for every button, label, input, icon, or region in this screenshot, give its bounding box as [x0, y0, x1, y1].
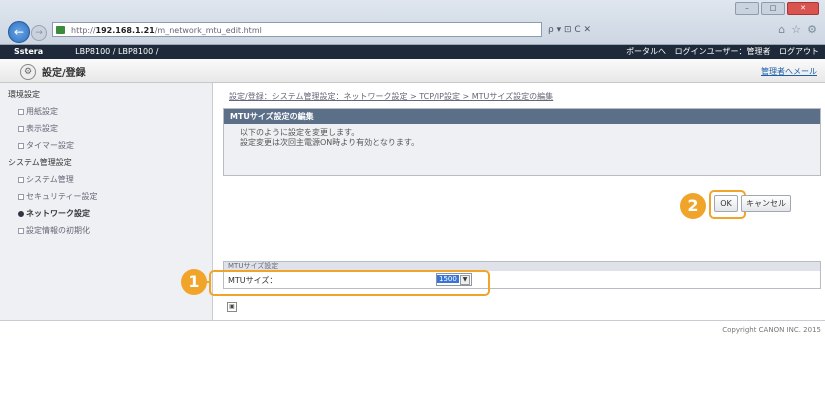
breadcrumb[interactable]: 設定/登録：システム管理設定：ネットワーク設定 > TCP/IP設定 > MTU… [229, 91, 553, 102]
mail-to-admin-link[interactable]: 管理者へメール [761, 66, 817, 77]
model-name: LBP8100 / LBP8100 / [75, 47, 159, 56]
edit-panel: MTUサイズ設定の編集 以下のように設定を変更します。 設定変更は次回主電源ON… [223, 108, 821, 176]
cancel-button[interactable]: キャンセル [741, 195, 791, 212]
sidebar-item-display[interactable]: 表示設定 [0, 120, 212, 137]
gear-icon[interactable]: ⚙ [807, 23, 817, 36]
app-header: Sstera LBP8100 / LBP8100 / ポータルへ ログインユーザー… [0, 45, 825, 59]
maximize-button[interactable]: □ [761, 2, 785, 15]
window-controls: – □ ✕ [735, 2, 819, 15]
panel-message: 以下のように設定を変更します。 設定変更は次回主電源ON時より有効となります。 [240, 128, 420, 147]
sidebar-item-timer[interactable]: タイマー設定 [0, 137, 212, 154]
home-icon[interactable]: ⌂ [778, 23, 785, 36]
brand-logo: Sstera [14, 47, 44, 56]
sidebar-item-paper[interactable]: 用紙設定 [0, 103, 212, 120]
login-user-label: ログインユーザー：管理者 [674, 47, 771, 56]
back-arrow-icon[interactable]: ← [8, 21, 30, 43]
title-bar: ⚙ 設定/登録 管理者へメール [0, 59, 825, 83]
site-icon [56, 26, 65, 34]
sidebar-section-preferences: 環境設定 [8, 90, 40, 99]
star-icon[interactable]: ☆ [791, 23, 801, 36]
forward-arrow-icon[interactable]: → [31, 25, 47, 41]
browser-search-controls[interactable]: ρ ▾ ⊡ C ✕ [548, 23, 658, 38]
browser-icons: ⌂ ☆ ⚙ [778, 23, 817, 36]
page-title: 設定/登録 [42, 68, 86, 79]
minimize-button[interactable]: – [735, 2, 759, 15]
address-bar[interactable]: http://192.168.1.21/m_network_mtu_edit.h… [52, 22, 542, 37]
close-window-button[interactable]: ✕ [787, 2, 819, 15]
copyright: Copyright CANON INC. 2015 [722, 326, 821, 334]
portal-link[interactable]: ポータルへ [626, 47, 666, 56]
sidebar-item-network[interactable]: ネットワーク設定 [0, 205, 212, 222]
sidebar-section-management: システム管理設定 [8, 158, 72, 167]
panel-title: MTUサイズ設定の編集 [224, 109, 820, 124]
logout-link[interactable]: ログアウト [779, 47, 819, 56]
ok-button[interactable]: OK [714, 195, 738, 212]
highlight-ring-mtu [209, 270, 490, 296]
settings-icon: ⚙ [20, 64, 36, 80]
browser-toolbar: – □ ✕ ← → http://192.168.1.21/m_network_… [0, 0, 825, 45]
divider [0, 320, 825, 321]
callout-badge-2: 2 [680, 193, 706, 219]
sidebar-item-system[interactable]: システム管理 [0, 171, 212, 188]
sidebar-item-reset[interactable]: 設定情報の初期化 [0, 222, 212, 239]
callout-badge-1: 1 [181, 269, 207, 295]
help-icon[interactable]: ▣ [227, 302, 237, 312]
sidebar-item-security[interactable]: セキュリティー設定 [0, 188, 212, 205]
